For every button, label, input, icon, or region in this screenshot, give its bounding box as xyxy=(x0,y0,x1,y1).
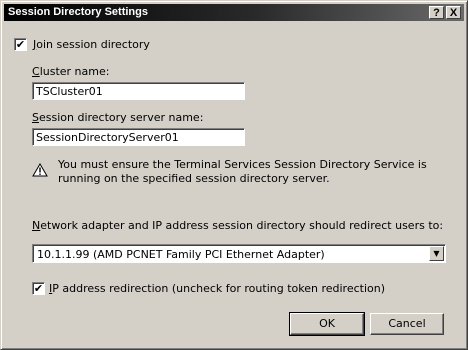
ok-button[interactable]: OK xyxy=(289,312,365,336)
cluster-name-field[interactable]: TSCluster01 xyxy=(32,82,245,100)
join-session-directory-checkbox[interactable]: ✔ xyxy=(14,38,27,51)
network-adapter-label: Network adapter and IP address session d… xyxy=(32,219,443,232)
cluster-label-text: luster name: xyxy=(39,65,110,78)
network-mnemonic: N xyxy=(32,219,41,232)
warning-icon xyxy=(32,163,48,177)
ip-label-text: P address redirection (uncheck for routi… xyxy=(52,282,386,295)
server-mnemonic: S xyxy=(32,111,39,124)
close-button[interactable]: X xyxy=(446,6,461,19)
server-name-label: Session directory server name: xyxy=(32,111,203,124)
network-adapter-selected: 10.1.1.99 (AMD PCNET Family PCI Ethernet… xyxy=(37,248,325,261)
dialog-title: Session Directory Settings xyxy=(8,6,148,18)
server-name-field[interactable]: SessionDirectoryServer01 xyxy=(32,128,245,146)
join-label-text: oin session directory xyxy=(36,38,150,51)
help-button[interactable]: ? xyxy=(429,6,444,19)
chevron-down-icon[interactable]: ▼ xyxy=(429,246,444,261)
network-adapter-select[interactable]: 10.1.1.99 (AMD PCNET Family PCI Ethernet… xyxy=(32,244,446,263)
join-session-directory-label[interactable]: Join session directory xyxy=(33,38,150,51)
session-directory-dialog: Session Directory Settings ? X ✔ Join se… xyxy=(0,0,468,350)
server-label-text: ession directory server name: xyxy=(38,111,204,124)
warning-message: You must ensure the Terminal Services Se… xyxy=(58,158,427,185)
ip-redirection-checkbox[interactable]: ✔ xyxy=(32,282,45,295)
cluster-mnemonic: C xyxy=(32,65,40,78)
cluster-name-label: Cluster name: xyxy=(32,65,109,78)
network-label-text: etwork adapter and IP address session di… xyxy=(40,219,444,232)
title-bar[interactable]: Session Directory Settings ? X xyxy=(4,4,464,21)
cancel-button[interactable]: Cancel xyxy=(370,313,444,335)
ip-redirection-label[interactable]: IP address redirection (uncheck for rout… xyxy=(49,282,385,295)
